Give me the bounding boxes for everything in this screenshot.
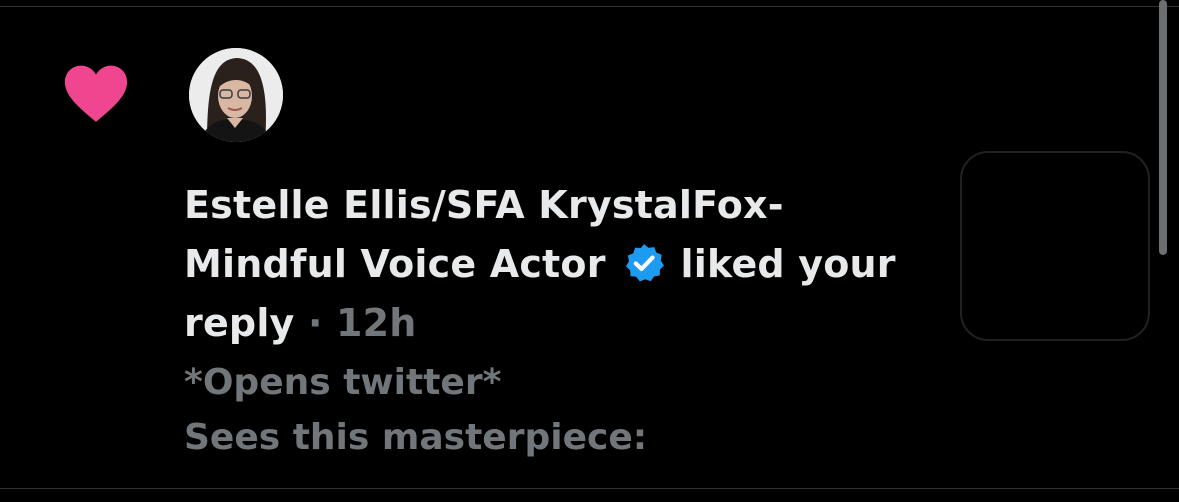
top-divider	[0, 6, 1179, 7]
notification-text[interactable]: Estelle Ellis/SFA KrystalFox-Mindful Voi…	[184, 176, 944, 353]
avatar-photo	[189, 48, 283, 142]
separator-dot: ·	[307, 301, 323, 345]
heart-icon	[64, 65, 128, 122]
verified-badge-icon	[626, 244, 665, 282]
scrollbar-thumb[interactable]	[1159, 0, 1167, 255]
avatar[interactable]	[189, 48, 283, 142]
preview-line-2: Sees this masterpiece:	[184, 417, 648, 458]
tweet-preview[interactable]: *Opens twitter* Sees this masterpiece:	[184, 355, 944, 465]
media-thumbnail[interactable]	[960, 151, 1150, 341]
timestamp: 12h	[336, 301, 417, 345]
preview-line-1: *Opens twitter*	[184, 362, 502, 403]
bottom-divider	[0, 488, 1179, 489]
